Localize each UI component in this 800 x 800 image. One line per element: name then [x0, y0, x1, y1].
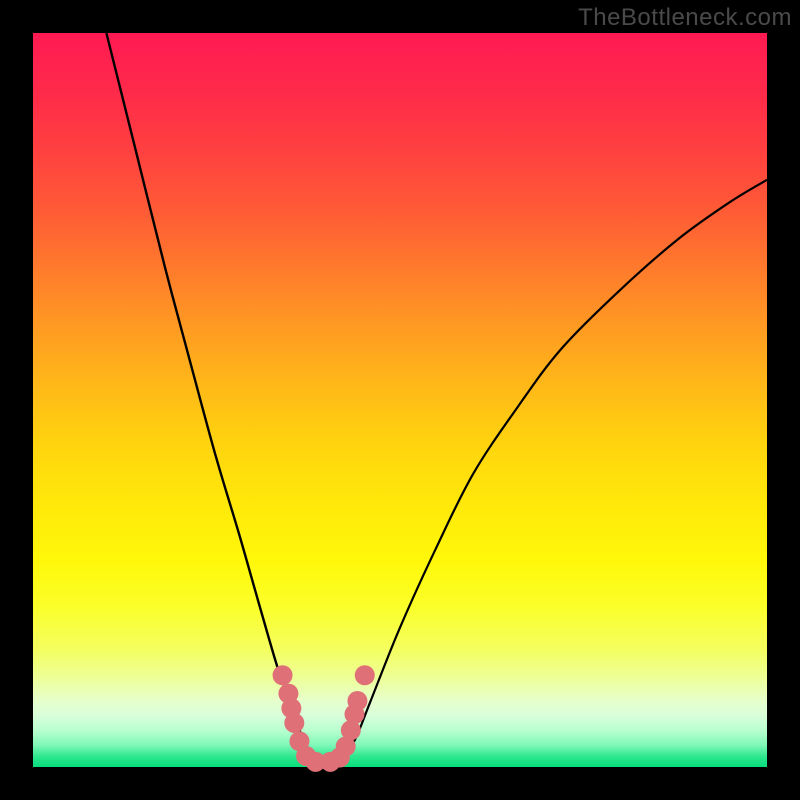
- marker-dot: [347, 691, 367, 711]
- chart-frame: TheBottleneck.com: [0, 0, 800, 800]
- curve-right: [341, 180, 767, 764]
- marker-points: [273, 665, 375, 772]
- bottleneck-curve-svg: [33, 33, 767, 767]
- watermark-text: TheBottleneck.com: [578, 4, 792, 32]
- marker-dot: [273, 665, 293, 685]
- marker-dot: [284, 713, 304, 733]
- curve-left: [106, 33, 312, 763]
- plot-area: [33, 33, 767, 767]
- marker-dot: [355, 665, 375, 685]
